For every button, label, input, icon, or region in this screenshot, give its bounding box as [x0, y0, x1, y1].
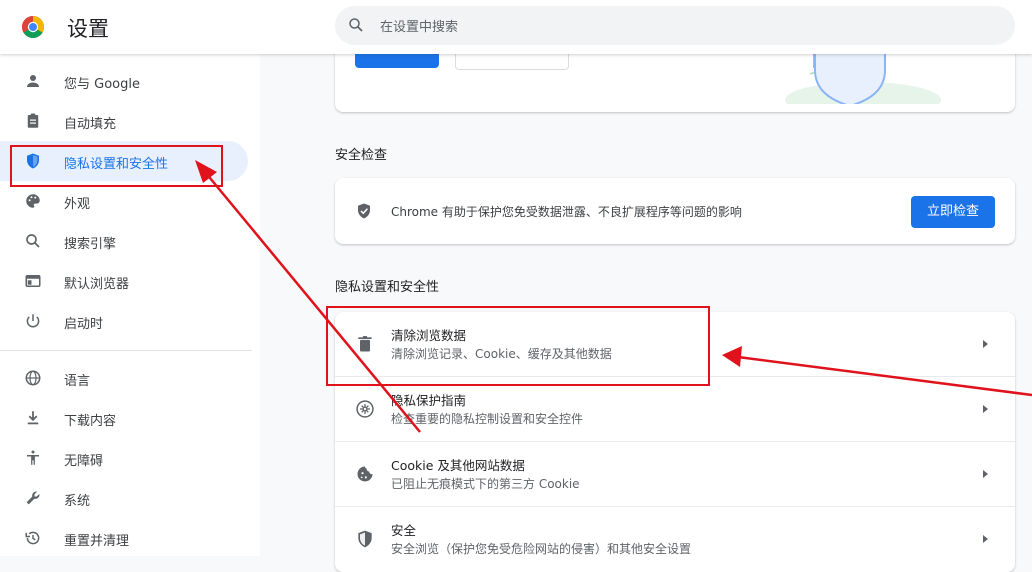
security-shield-icon	[358, 530, 372, 548]
search-icon	[349, 18, 363, 32]
sidebar-item-label: 自动填充	[64, 117, 117, 132]
sidebar-item-label: 下载内容	[64, 414, 117, 429]
safety-check-card: Chrome 有助于保护您免受数据泄露、不良扩展程序等问题的影响 立即检查	[335, 178, 1015, 244]
accessibility-icon	[27, 450, 39, 465]
globe-icon	[25, 370, 41, 386]
sidebar: 您与 Google 自动填充 隐私设置和安全性 外观 搜索引擎 默认浏览器 启动…	[0, 54, 260, 556]
sidebar-item-label: 语言	[64, 374, 91, 389]
sidebar-item-you-and-google[interactable]: 您与 Google	[0, 61, 248, 101]
sidebar-item-label: 启动时	[64, 317, 104, 332]
row-subtitle: 安全浏览（保护您免受危险网站的侵害）和其他安全设置	[391, 542, 692, 556]
sidebar-item-label: 默认浏览器	[64, 277, 130, 292]
person-icon	[27, 75, 39, 87]
sidebar-item-downloads[interactable]: 下载内容	[0, 398, 248, 438]
sidebar-item-label: 搜索引擎	[64, 237, 117, 252]
row-subtitle: 已阻止无痕模式下的第三方 Cookie	[391, 477, 580, 491]
cookies-site-data-row[interactable]: Cookie 及其他网站数据 已阻止无痕模式下的第三方 Cookie	[335, 442, 1015, 506]
safety-check-heading: 安全检查	[335, 148, 388, 163]
download-icon	[27, 411, 39, 425]
history-icon	[25, 531, 40, 545]
sidebar-item-languages[interactable]: 语言	[0, 358, 248, 398]
cookie-icon	[357, 466, 373, 482]
privacy-security-heading: 隐私设置和安全性	[335, 280, 440, 295]
sidebar-item-autofill[interactable]: 自动填充	[0, 101, 248, 141]
top-bar: 设置 在设置中搜索	[0, 0, 1032, 54]
power-icon	[26, 314, 40, 328]
palette-icon	[26, 194, 40, 208]
sidebar-item-accessibility[interactable]: 无障碍	[0, 438, 248, 478]
check-now-button[interactable]: 立即检查	[911, 196, 995, 228]
chevron-right-icon	[983, 470, 988, 478]
sidebar-item-on-startup[interactable]: 启动时	[0, 301, 248, 341]
page-title: 设置	[67, 17, 109, 41]
search-icon	[26, 234, 40, 248]
security-row[interactable]: 安全 安全浏览（保护您免受危险网站的侵害）和其他安全设置	[335, 507, 1015, 571]
sidebar-item-system[interactable]: 系统	[0, 478, 248, 518]
chevron-right-icon	[983, 340, 988, 348]
sidebar-item-appearance[interactable]: 外观	[0, 181, 248, 221]
sidebar-item-default-browser[interactable]: 默认浏览器	[0, 261, 248, 301]
row-subtitle: 检查重要的隐私控制设置和安全控件	[391, 412, 584, 426]
row-title: 安全	[391, 523, 417, 538]
chrome-logo-icon	[22, 16, 44, 38]
clipboard-icon	[27, 113, 39, 128]
search-placeholder: 在设置中搜索	[380, 20, 459, 35]
chevron-right-icon	[983, 535, 988, 543]
main-content: 安全检查 Chrome 有助于保护您免受数据泄露、不良扩展程序等问题的影响 立即…	[260, 34, 1032, 572]
sidebar-item-label: 无障碍	[64, 454, 104, 469]
privacy-guide-row[interactable]: 隐私保护指南 检查重要的隐私控制设置和安全控件	[335, 377, 1015, 441]
annotation-highlight-privacy-nav	[10, 145, 223, 187]
sidebar-item-search-engine[interactable]: 搜索引擎	[0, 221, 248, 261]
safety-check-description: Chrome 有助于保护您免受数据泄露、不良扩展程序等问题的影响	[391, 205, 742, 219]
browser-window-icon	[25, 275, 41, 287]
search-input[interactable]: 在设置中搜索	[335, 6, 1015, 45]
annotation-highlight-clear-data	[326, 306, 710, 386]
privacy-guide-icon	[356, 400, 374, 418]
sidebar-item-label: 重置并清理	[64, 534, 130, 549]
sidebar-item-reset-cleanup[interactable]: 重置并清理	[0, 518, 248, 558]
row-title: Cookie 及其他网站数据	[391, 458, 525, 473]
sidebar-item-label: 外观	[64, 197, 91, 212]
shield-check-icon	[358, 203, 370, 219]
chevron-right-icon	[983, 405, 988, 413]
sidebar-divider	[0, 350, 252, 351]
sidebar-item-label: 系统	[64, 494, 91, 509]
wrench-icon	[26, 491, 40, 505]
sidebar-item-label: 您与 Google	[64, 77, 140, 92]
row-title: 隐私保护指南	[391, 393, 467, 408]
